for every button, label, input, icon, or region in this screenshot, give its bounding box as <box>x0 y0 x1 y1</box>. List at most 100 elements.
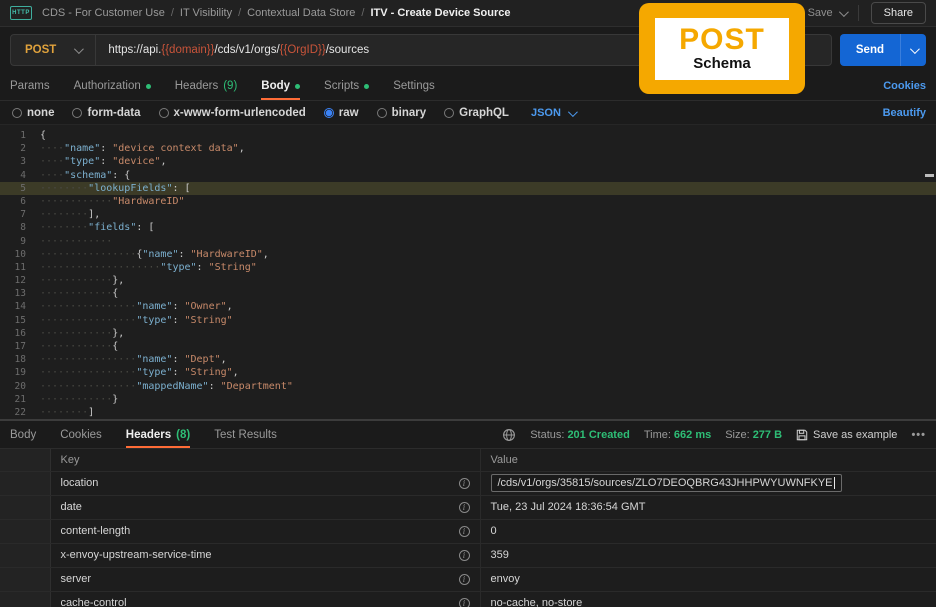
language-select[interactable]: JSON <box>531 106 578 119</box>
table-row: x-envoy-upstream-service-time i 359 <box>0 543 936 568</box>
code-token: : <box>196 261 209 273</box>
tab-count-badge: (8) <box>176 428 191 441</box>
line-number: 14 <box>14 301 26 313</box>
code-line: 8 ········ "fields": [ <box>0 221 936 234</box>
row-gutter-cell <box>0 591 51 607</box>
save-options-chevron-icon[interactable] <box>838 6 849 17</box>
info-icon[interactable]: i <box>458 597 470 607</box>
code-token: ········ <box>40 209 89 221</box>
header-value-cell[interactable]: 359 <box>480 543 936 568</box>
beautify-link[interactable]: Beautify <box>883 107 926 119</box>
breadcrumb-item[interactable]: Contextual Data Store <box>247 7 355 19</box>
value-column-header: Value <box>480 449 936 472</box>
response-tab-headers[interactable]: Headers (8) <box>125 421 191 448</box>
radio-icon <box>72 108 83 118</box>
header-key-cell[interactable]: cache-control i <box>50 591 481 607</box>
tab-authorization[interactable]: Authorization <box>74 72 151 100</box>
request-tabs: Params Authorization Headers (9) Body Scripts… <box>10 72 435 100</box>
tab-label: Cookies <box>60 428 102 441</box>
breadcrumb-item[interactable]: IT Visibility <box>180 7 232 19</box>
request-body-editor[interactable]: 1{2 ···· "name": "device context data", 3 ··… <box>0 124 936 421</box>
response-size: Size: 277 B <box>725 428 783 441</box>
send-button[interactable]: Send <box>839 34 900 66</box>
code-line: 14 ················ "name": "Owner", <box>0 300 936 313</box>
breadcrumb-item[interactable]: ITV - Create Device Source <box>370 7 510 19</box>
info-icon[interactable]: i <box>458 549 470 561</box>
tab-params[interactable]: Params <box>10 72 50 100</box>
code-token: ···· <box>40 156 65 168</box>
header-value-cell[interactable]: 0 <box>480 519 936 544</box>
header-key-cell[interactable]: date i <box>50 495 481 520</box>
code-token: "schema" <box>64 169 113 181</box>
share-button[interactable]: Share <box>870 2 926 24</box>
line-number: 16 <box>14 327 26 339</box>
line-number: 15 <box>14 314 26 326</box>
more-options-button[interactable]: ••• <box>911 429 926 441</box>
code-token: "type" <box>136 367 173 379</box>
code-token: "Department" <box>220 380 293 392</box>
save-as-example-label: Save as example <box>813 428 898 441</box>
code-line: 18 ················ "name": "Dept", <box>0 353 936 366</box>
body-type-binary[interactable]: binary <box>376 107 426 119</box>
line-number: 4 <box>20 169 26 181</box>
line-number: 11 <box>14 261 26 273</box>
response-tab-test-results[interactable]: Test Results <box>214 421 277 448</box>
save-as-example-button[interactable]: Save as example <box>796 429 897 441</box>
url-input[interactable]: https://api. {{domain}}/cds/v1/orgs/{{Org… <box>95 35 381 65</box>
header-value-cell[interactable]: Tue, 23 Jul 2024 18:36:54 GMT <box>480 495 936 520</box>
code-token: ················ <box>40 380 137 392</box>
tab-headers[interactable]: Headers (9) <box>175 72 238 100</box>
code-lines: 1{2 ···· "name": "device context data", 3 ··… <box>0 129 936 419</box>
send-options-button[interactable] <box>900 34 926 66</box>
method-select[interactable]: POST <box>11 43 95 56</box>
body-type-form-data[interactable]: form-data <box>72 107 141 119</box>
url-segment: https://api. <box>108 44 162 56</box>
language-chevron-icon <box>567 106 578 117</box>
line-number: 17 <box>14 341 26 352</box>
code-token: "name" <box>64 143 101 155</box>
header-key-label: location <box>60 477 99 489</box>
code-token: ], <box>88 209 101 221</box>
info-icon[interactable]: i <box>458 573 470 585</box>
cookies-link[interactable]: Cookies <box>883 80 926 92</box>
body-type-x-www-form-urlencoded[interactable]: x-www-form-urlencoded <box>158 107 306 119</box>
tab-settings[interactable]: Settings <box>393 72 435 100</box>
send-chevron-icon <box>909 43 920 54</box>
tab-label: Scripts <box>324 80 360 92</box>
code-token: ················ <box>40 367 137 379</box>
tab-scripts[interactable]: Scripts <box>324 72 370 100</box>
code-token: "HardwareID" <box>190 248 263 260</box>
response-tabs-row: Body Cookies Headers (8) Test Results Status… <box>0 421 936 449</box>
network-globe-icon[interactable] <box>502 428 516 442</box>
info-icon[interactable]: i <box>458 525 470 537</box>
header-value-cell[interactable]: no-cache, no-store <box>480 591 936 607</box>
info-icon[interactable]: i <box>458 501 470 513</box>
code-token: "String" <box>184 367 233 379</box>
header-key-label: cache-control <box>60 597 127 607</box>
body-type-GraphQL[interactable]: GraphQL <box>444 107 509 119</box>
row-gutter-cell <box>0 495 51 520</box>
code-token: "String" <box>184 314 233 326</box>
tab-body[interactable]: Body <box>261 72 301 100</box>
header-value-cell[interactable]: /cds/v1/orgs/35815/sources/ZLO7DEOQBRG43… <box>480 471 936 496</box>
header-key-cell[interactable]: location i <box>50 471 481 496</box>
header-key-label: server <box>60 573 92 585</box>
header-key-label: date <box>60 501 82 513</box>
response-tab-body[interactable]: Body <box>10 421 36 448</box>
header-value-cell[interactable]: envoy <box>480 567 936 592</box>
code-token: { <box>112 288 119 300</box>
line-number: 5 <box>20 182 26 194</box>
code-token: "name" <box>136 354 173 366</box>
code-token: : <box>172 367 185 379</box>
info-icon[interactable]: i <box>458 477 470 489</box>
header-key-cell[interactable]: server i <box>50 567 481 592</box>
header-key-cell[interactable]: content-length i <box>50 519 481 544</box>
header-value-input[interactable]: /cds/v1/orgs/35815/sources/ZLO7DEOQBRG43… <box>490 474 842 492</box>
green-dot-icon <box>364 83 370 89</box>
header-key-cell[interactable]: x-envoy-upstream-service-time i <box>50 543 481 568</box>
breadcrumb[interactable]: CDS - For Customer Use / IT Visibility / Con… <box>42 7 510 19</box>
response-tab-cookies[interactable]: Cookies <box>60 421 102 448</box>
body-type-raw[interactable]: raw <box>323 107 359 119</box>
breadcrumb-item[interactable]: CDS - For Customer Use <box>42 7 165 19</box>
body-type-none[interactable]: none <box>12 107 54 119</box>
